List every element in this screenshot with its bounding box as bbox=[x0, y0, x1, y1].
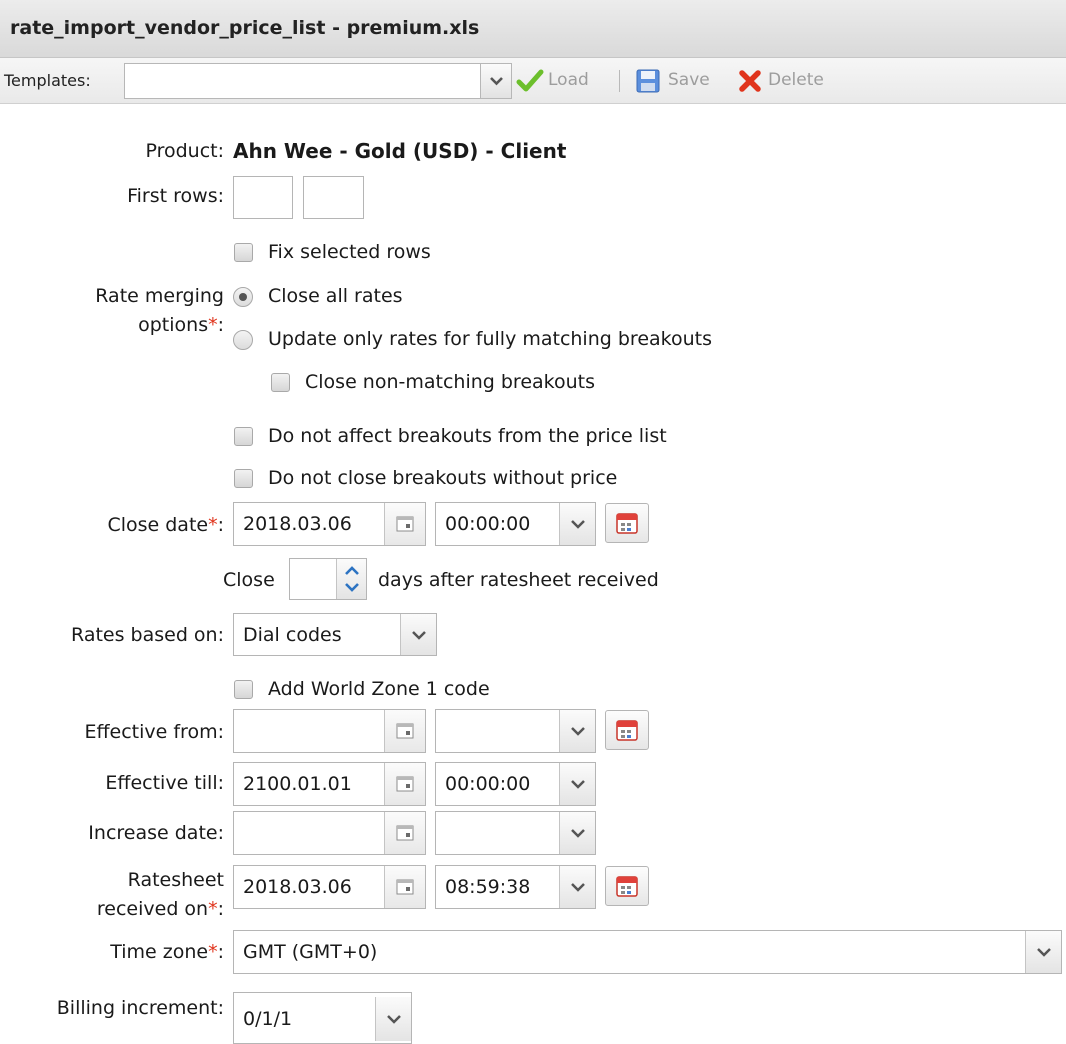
effective-till-label: Effective till: bbox=[105, 772, 224, 794]
spinner-arrows-icon bbox=[345, 566, 359, 592]
do-not-close-breakouts-checkbox[interactable] bbox=[234, 469, 253, 488]
delete-x-icon bbox=[739, 70, 761, 92]
load-button[interactable]: Load bbox=[516, 66, 608, 96]
effective-from-calendar-button[interactable] bbox=[605, 710, 649, 750]
templates-toolbar: Templates: Load Save Delete bbox=[0, 58, 1066, 104]
effective-till-date-input[interactable]: 2100.01.01 bbox=[233, 762, 426, 806]
effective-till-time-dropdown-button[interactable] bbox=[559, 763, 595, 805]
chevron-down-icon bbox=[386, 1015, 401, 1024]
effective-till-time-select[interactable]: 00:00:00 bbox=[435, 762, 596, 806]
update-matching-breakouts-label: Update only rates for fully matching bre… bbox=[268, 328, 712, 350]
first-rows-to-input[interactable] bbox=[303, 176, 364, 219]
update-matching-breakouts-radio[interactable] bbox=[233, 330, 253, 350]
first-rows-from-input[interactable] bbox=[233, 176, 293, 219]
chevron-down-icon bbox=[411, 630, 426, 640]
ratesheet-received-calendar-button[interactable] bbox=[605, 866, 649, 906]
close-non-matching-label: Close non-matching breakouts bbox=[305, 371, 596, 393]
close-date-calendar-button[interactable] bbox=[605, 503, 649, 543]
close-date-input[interactable]: 2018.03.06 bbox=[233, 502, 426, 546]
calendar-icon bbox=[396, 879, 414, 895]
close-non-matching-checkbox[interactable] bbox=[271, 373, 290, 392]
chevron-down-icon bbox=[490, 77, 503, 86]
red-calendar-icon bbox=[616, 513, 638, 534]
effective-from-date-input[interactable] bbox=[233, 709, 426, 753]
ratesheet-received-label: Ratesheet bbox=[127, 869, 224, 891]
close-time-dropdown-button[interactable] bbox=[559, 503, 595, 545]
product-label: Product: bbox=[145, 140, 224, 162]
floppy-disk-icon bbox=[636, 69, 660, 93]
delete-label: Delete bbox=[768, 70, 824, 90]
increase-date-input[interactable] bbox=[233, 811, 426, 855]
ratesheet-time-dropdown-button[interactable] bbox=[559, 866, 595, 908]
calendar-icon bbox=[396, 516, 414, 532]
do-not-affect-breakouts-checkbox[interactable] bbox=[234, 427, 253, 446]
chevron-down-icon bbox=[570, 829, 585, 838]
close-time-select[interactable]: 00:00:00 bbox=[435, 502, 596, 546]
increase-time-select[interactable] bbox=[435, 811, 596, 855]
add-world-zone-label: Add World Zone 1 code bbox=[268, 678, 490, 700]
window-titlebar: rate_import_vendor_price_list - premium.… bbox=[0, 0, 1066, 58]
rate-merging-label: Rate merging bbox=[95, 285, 224, 307]
first-rows-label: First rows: bbox=[127, 185, 224, 207]
rates-based-on-select[interactable]: Dial codes bbox=[233, 613, 437, 656]
close-date-picker-button[interactable] bbox=[384, 503, 425, 545]
ratesheet-received-time-select[interactable]: 08:59:38 bbox=[435, 865, 596, 909]
close-all-rates-radio[interactable] bbox=[233, 287, 253, 307]
increase-time-dropdown-button[interactable] bbox=[559, 812, 595, 854]
add-world-zone-checkbox[interactable] bbox=[234, 680, 253, 699]
do-not-close-breakouts-label: Do not close breakouts without price bbox=[268, 467, 618, 489]
rates-based-on-label: Rates based on: bbox=[71, 624, 224, 646]
calendar-icon bbox=[396, 723, 414, 739]
time-zone-label: Time zone*: bbox=[110, 941, 224, 963]
checkmark-icon bbox=[516, 69, 544, 92]
rates-based-on-dropdown-button[interactable] bbox=[400, 614, 436, 655]
templates-dropdown-button[interactable] bbox=[480, 64, 511, 98]
time-zone-dropdown-button[interactable] bbox=[1025, 931, 1061, 973]
chevron-down-icon bbox=[570, 780, 585, 789]
increase-date-label: Increase date: bbox=[88, 822, 224, 844]
effective-till-picker-button[interactable] bbox=[384, 763, 425, 805]
time-zone-select[interactable]: GMT (GMT+0) bbox=[233, 930, 1062, 974]
close-days-spinner[interactable] bbox=[289, 558, 367, 600]
spinner-buttons[interactable] bbox=[336, 559, 366, 599]
ratesheet-received-label-line2: received on*: bbox=[96, 898, 224, 920]
save-label: Save bbox=[668, 70, 710, 90]
ratesheet-received-picker-button[interactable] bbox=[384, 866, 425, 908]
rate-merging-label-line2: options*: bbox=[138, 314, 224, 336]
fix-selected-rows-checkbox[interactable] bbox=[234, 243, 253, 262]
save-button[interactable]: Save bbox=[636, 66, 726, 96]
fix-selected-rows-label: Fix selected rows bbox=[268, 241, 431, 263]
effective-from-label: Effective from: bbox=[84, 721, 224, 743]
effective-from-picker-button[interactable] bbox=[384, 710, 425, 752]
delete-button[interactable]: Delete bbox=[738, 66, 838, 96]
billing-increment-dropdown-button[interactable] bbox=[375, 997, 411, 1041]
close-date-label: Close date*: bbox=[107, 514, 224, 536]
templates-label: Templates: bbox=[4, 71, 91, 90]
ratesheet-received-date-input[interactable]: 2018.03.06 bbox=[233, 865, 426, 909]
chevron-down-icon bbox=[570, 883, 585, 892]
billing-increment-label: Billing increment: bbox=[56, 997, 224, 1019]
effective-from-time-select[interactable] bbox=[435, 709, 596, 753]
do-not-affect-breakouts-label: Do not affect breakouts from the price l… bbox=[268, 425, 667, 447]
templates-select[interactable] bbox=[124, 63, 512, 99]
close-all-rates-label: Close all rates bbox=[268, 285, 403, 307]
red-calendar-icon bbox=[616, 720, 638, 741]
toolbar-separator bbox=[619, 70, 620, 92]
calendar-icon bbox=[396, 776, 414, 792]
product-value: Ahn Wee - Gold (USD) - Client bbox=[233, 139, 567, 163]
load-label: Load bbox=[548, 70, 589, 90]
increase-date-picker-button[interactable] bbox=[384, 812, 425, 854]
effective-from-time-dropdown-button[interactable] bbox=[559, 710, 595, 752]
billing-increment-select[interactable]: 0/1/1 bbox=[233, 992, 412, 1044]
close-days-suffix: days after ratesheet received bbox=[378, 569, 659, 591]
chevron-down-icon bbox=[570, 520, 585, 529]
close-days-prefix: Close bbox=[223, 569, 275, 591]
chevron-down-icon bbox=[570, 727, 585, 736]
calendar-icon bbox=[396, 825, 414, 841]
window-title: rate_import_vendor_price_list - premium.… bbox=[10, 17, 480, 39]
chevron-down-icon bbox=[1036, 948, 1051, 957]
red-calendar-icon bbox=[616, 876, 638, 897]
